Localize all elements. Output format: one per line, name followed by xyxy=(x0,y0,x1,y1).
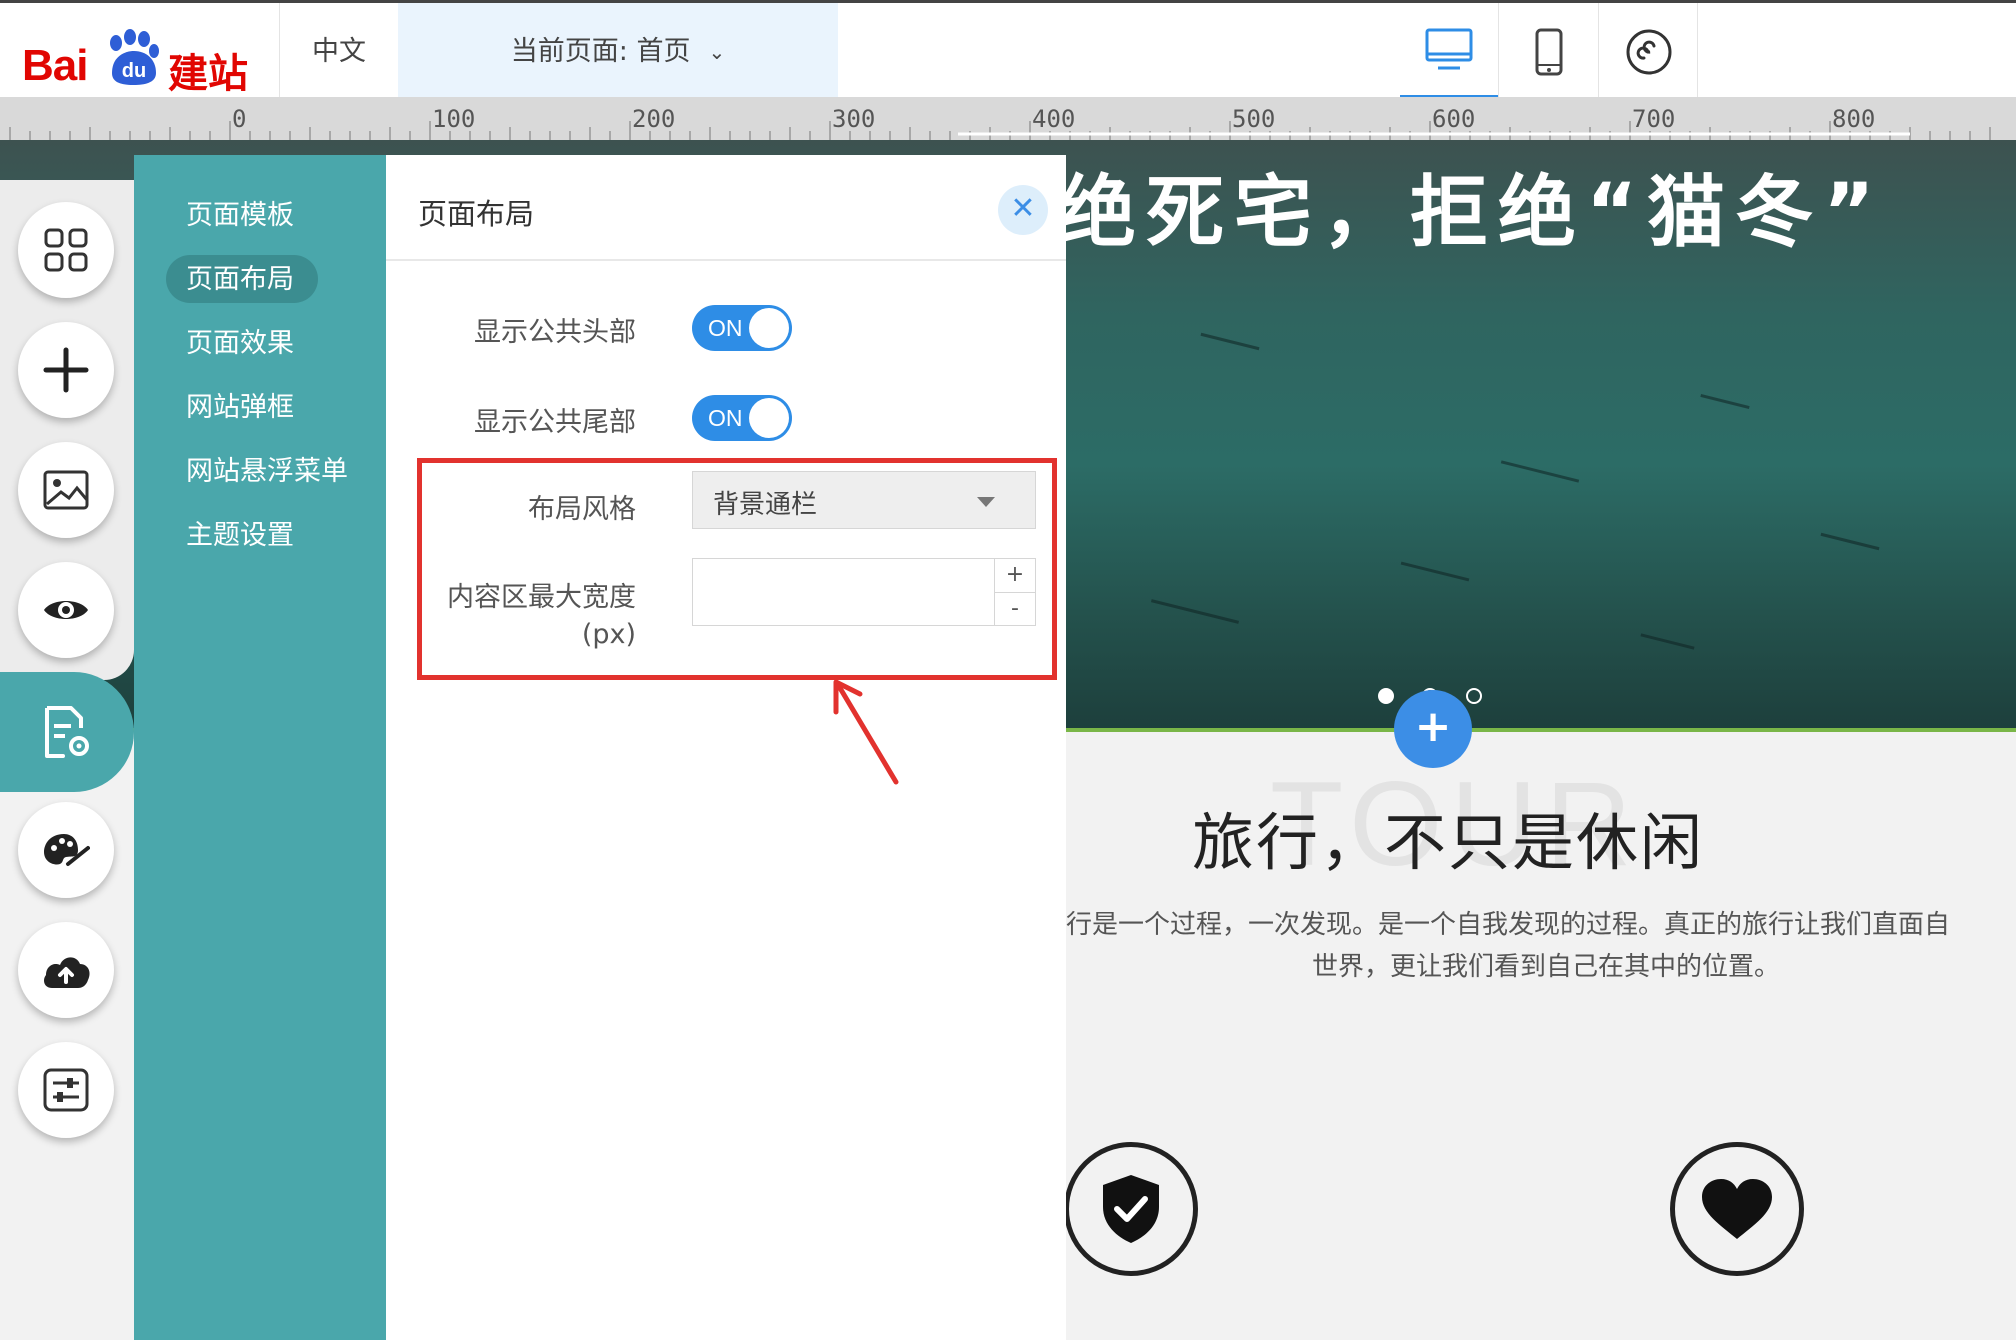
ruler-label: 600 xyxy=(1432,105,1476,133)
add-element-button[interactable] xyxy=(18,322,114,418)
ruler-ticks xyxy=(9,121,1991,140)
water-texture xyxy=(1500,460,1580,483)
top-bar: Bai du 建站 中文 当前页面: 首页 ⌄ xyxy=(0,0,2016,100)
modules-button[interactable] xyxy=(18,202,114,298)
svg-text:du: du xyxy=(122,60,146,82)
feature-heart[interactable] xyxy=(1670,1142,1804,1276)
menu-item-page-template[interactable]: 页面模板 xyxy=(186,193,294,232)
device-mini-program-button[interactable] xyxy=(1600,3,1698,100)
water-texture xyxy=(1150,599,1240,624)
divider xyxy=(1498,3,1499,100)
grid-icon xyxy=(44,228,88,272)
page-settings-menu: 页面模板 页面布局 页面效果 网站弹框 网站悬浮菜单 主题设置 xyxy=(134,155,386,1340)
current-page-label: 当前页面: 首页 xyxy=(510,36,691,67)
horizontal-ruler: 0 100 200 300 400 500 600 700 800 xyxy=(0,97,2016,140)
highlight-box xyxy=(417,458,1057,680)
water-texture xyxy=(1640,633,1695,650)
sliders-icon xyxy=(43,1068,89,1112)
show-footer-label: 显示公共尾部 xyxy=(474,407,636,438)
tool-column xyxy=(0,140,134,1340)
toggle-state: ON xyxy=(708,315,743,341)
ruler-label: 0 xyxy=(232,105,247,133)
logo-bai-text: Bai xyxy=(22,41,88,90)
water-texture xyxy=(1200,332,1260,351)
language-switch[interactable]: 中文 xyxy=(280,3,398,100)
ruler-label: 400 xyxy=(1032,105,1076,133)
show-header-label: 显示公共头部 xyxy=(474,317,636,348)
carousel-dot[interactable] xyxy=(1378,688,1394,704)
cloud-upload-icon xyxy=(44,957,90,988)
shield-check-icon xyxy=(1103,1175,1159,1243)
ruler-label: 500 xyxy=(1232,105,1276,133)
current-page-dropdown[interactable]: 当前页面: 首页 ⌄ xyxy=(398,3,838,100)
feature-shield[interactable] xyxy=(1064,1142,1198,1276)
water-texture xyxy=(1400,561,1470,582)
baidu-jianzhan-logo[interactable]: Bai du 建站 xyxy=(22,15,252,97)
close-button[interactable]: ✕ xyxy=(998,185,1048,235)
hero-title: 绝死宅，拒绝“猫冬” xyxy=(1058,168,1885,258)
section-title: 旅行，不只是休闲 xyxy=(1192,806,1705,879)
publish-button[interactable] xyxy=(18,922,114,1018)
menu-item-page-layout[interactable]: 页面布局 xyxy=(186,257,294,296)
image-icon xyxy=(43,470,89,510)
ruler-label: 100 xyxy=(432,105,476,133)
divider xyxy=(1697,3,1698,100)
theme-button[interactable] xyxy=(18,802,114,898)
toggle-state: ON xyxy=(708,405,743,431)
carousel-dot[interactable] xyxy=(1466,688,1482,704)
page-settings-button[interactable] xyxy=(0,672,134,792)
ruler-label: 700 xyxy=(1632,105,1676,133)
palette-icon xyxy=(44,834,90,866)
section-desc-line: 行是一个过程，一次发现。是一个自我发现的过程。真正的旅行让我们直面自 xyxy=(1066,910,1951,940)
toggle-knob xyxy=(749,308,789,348)
paw-icon: du xyxy=(110,29,159,85)
section-description: 行是一个过程，一次发现。是一个自我发现的过程。真正的旅行让我们直面自 世界，更让… xyxy=(1066,904,2016,988)
chevron-down-icon: ⌄ xyxy=(708,40,726,64)
ruler-label: 300 xyxy=(832,105,876,133)
water-texture xyxy=(1700,393,1750,410)
controls-button[interactable] xyxy=(18,1042,114,1138)
preview-button[interactable] xyxy=(18,562,114,658)
heart-icon xyxy=(1702,1179,1772,1239)
panel-title: 页面布局 xyxy=(418,197,535,231)
page-settings-icon xyxy=(45,706,89,758)
show-footer-toggle[interactable]: ON xyxy=(692,395,792,441)
mini-program-icon xyxy=(1626,29,1672,74)
divider xyxy=(1598,3,1599,100)
section-desc-line: 世界，更让我们看到自己在其中的位置。 xyxy=(1311,952,1780,982)
menu-item-theme-settings[interactable]: 主题设置 xyxy=(186,513,294,552)
divider xyxy=(386,259,1066,261)
close-icon: ✕ xyxy=(1010,191,1036,226)
menu-item-page-effects[interactable]: 页面效果 xyxy=(186,321,294,360)
show-header-toggle[interactable]: ON xyxy=(692,305,792,351)
menu-item-site-popup[interactable]: 网站弹框 xyxy=(186,385,294,424)
device-desktop-button[interactable] xyxy=(1400,3,1498,100)
desktop-icon xyxy=(1425,28,1473,70)
annotation-arrow-icon xyxy=(833,679,899,785)
page-layout-panel: 页面布局 ✕ 显示公共头部 ON 显示公共尾部 ON 布局风格 背景通栏 内容区… xyxy=(386,155,1066,1340)
toggle-knob xyxy=(749,398,789,438)
ruler-label: 800 xyxy=(1832,105,1876,133)
mobile-icon xyxy=(1535,28,1563,75)
ruler-label: 200 xyxy=(632,105,676,133)
eye-icon xyxy=(44,601,88,619)
menu-item-floating-menu[interactable]: 网站悬浮菜单 xyxy=(186,449,348,488)
device-mobile-button[interactable] xyxy=(1500,3,1598,100)
plus-icon xyxy=(43,347,89,393)
logo-jianzhan-text: 建站 xyxy=(168,51,248,97)
water-texture xyxy=(1820,532,1880,551)
media-button[interactable] xyxy=(18,442,114,538)
